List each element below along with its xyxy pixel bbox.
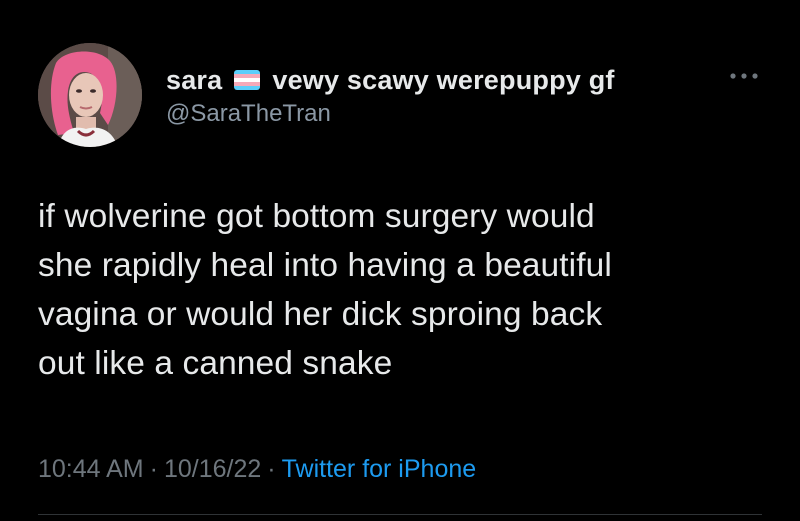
- meta-separator: ·: [267, 455, 276, 483]
- author-display-name[interactable]: sara: [166, 65, 222, 96]
- author-name-suffix[interactable]: vewy scawy werepuppy gf: [272, 65, 614, 96]
- tweet-header: sara vewy scawy werepuppy gf @SaraTheTra…: [166, 64, 726, 128]
- meta-separator: ·: [149, 455, 158, 483]
- more-options-button[interactable]: [722, 64, 766, 88]
- author-name-row[interactable]: sara vewy scawy werepuppy gf: [166, 64, 726, 96]
- tweet-time[interactable]: 10:44 AM: [38, 455, 144, 483]
- avatar[interactable]: [38, 43, 142, 147]
- divider: [38, 514, 762, 515]
- profile-photo: [38, 43, 142, 147]
- tweet: sara vewy scawy werepuppy gf @SaraTheTra…: [0, 0, 800, 521]
- more-horizontal-icon: [730, 73, 758, 79]
- tweet-source-link[interactable]: Twitter for iPhone: [282, 455, 477, 483]
- tweet-date[interactable]: 10/16/22: [164, 455, 261, 483]
- transgender-flag-icon: [234, 70, 261, 90]
- tweet-metadata: 10:44 AM · 10/16/22 · Twitter for iPhone: [38, 455, 476, 484]
- tweet-text: if wolverine got bottom surgery would sh…: [38, 198, 612, 382]
- author-handle[interactable]: @SaraTheTran: [166, 100, 726, 128]
